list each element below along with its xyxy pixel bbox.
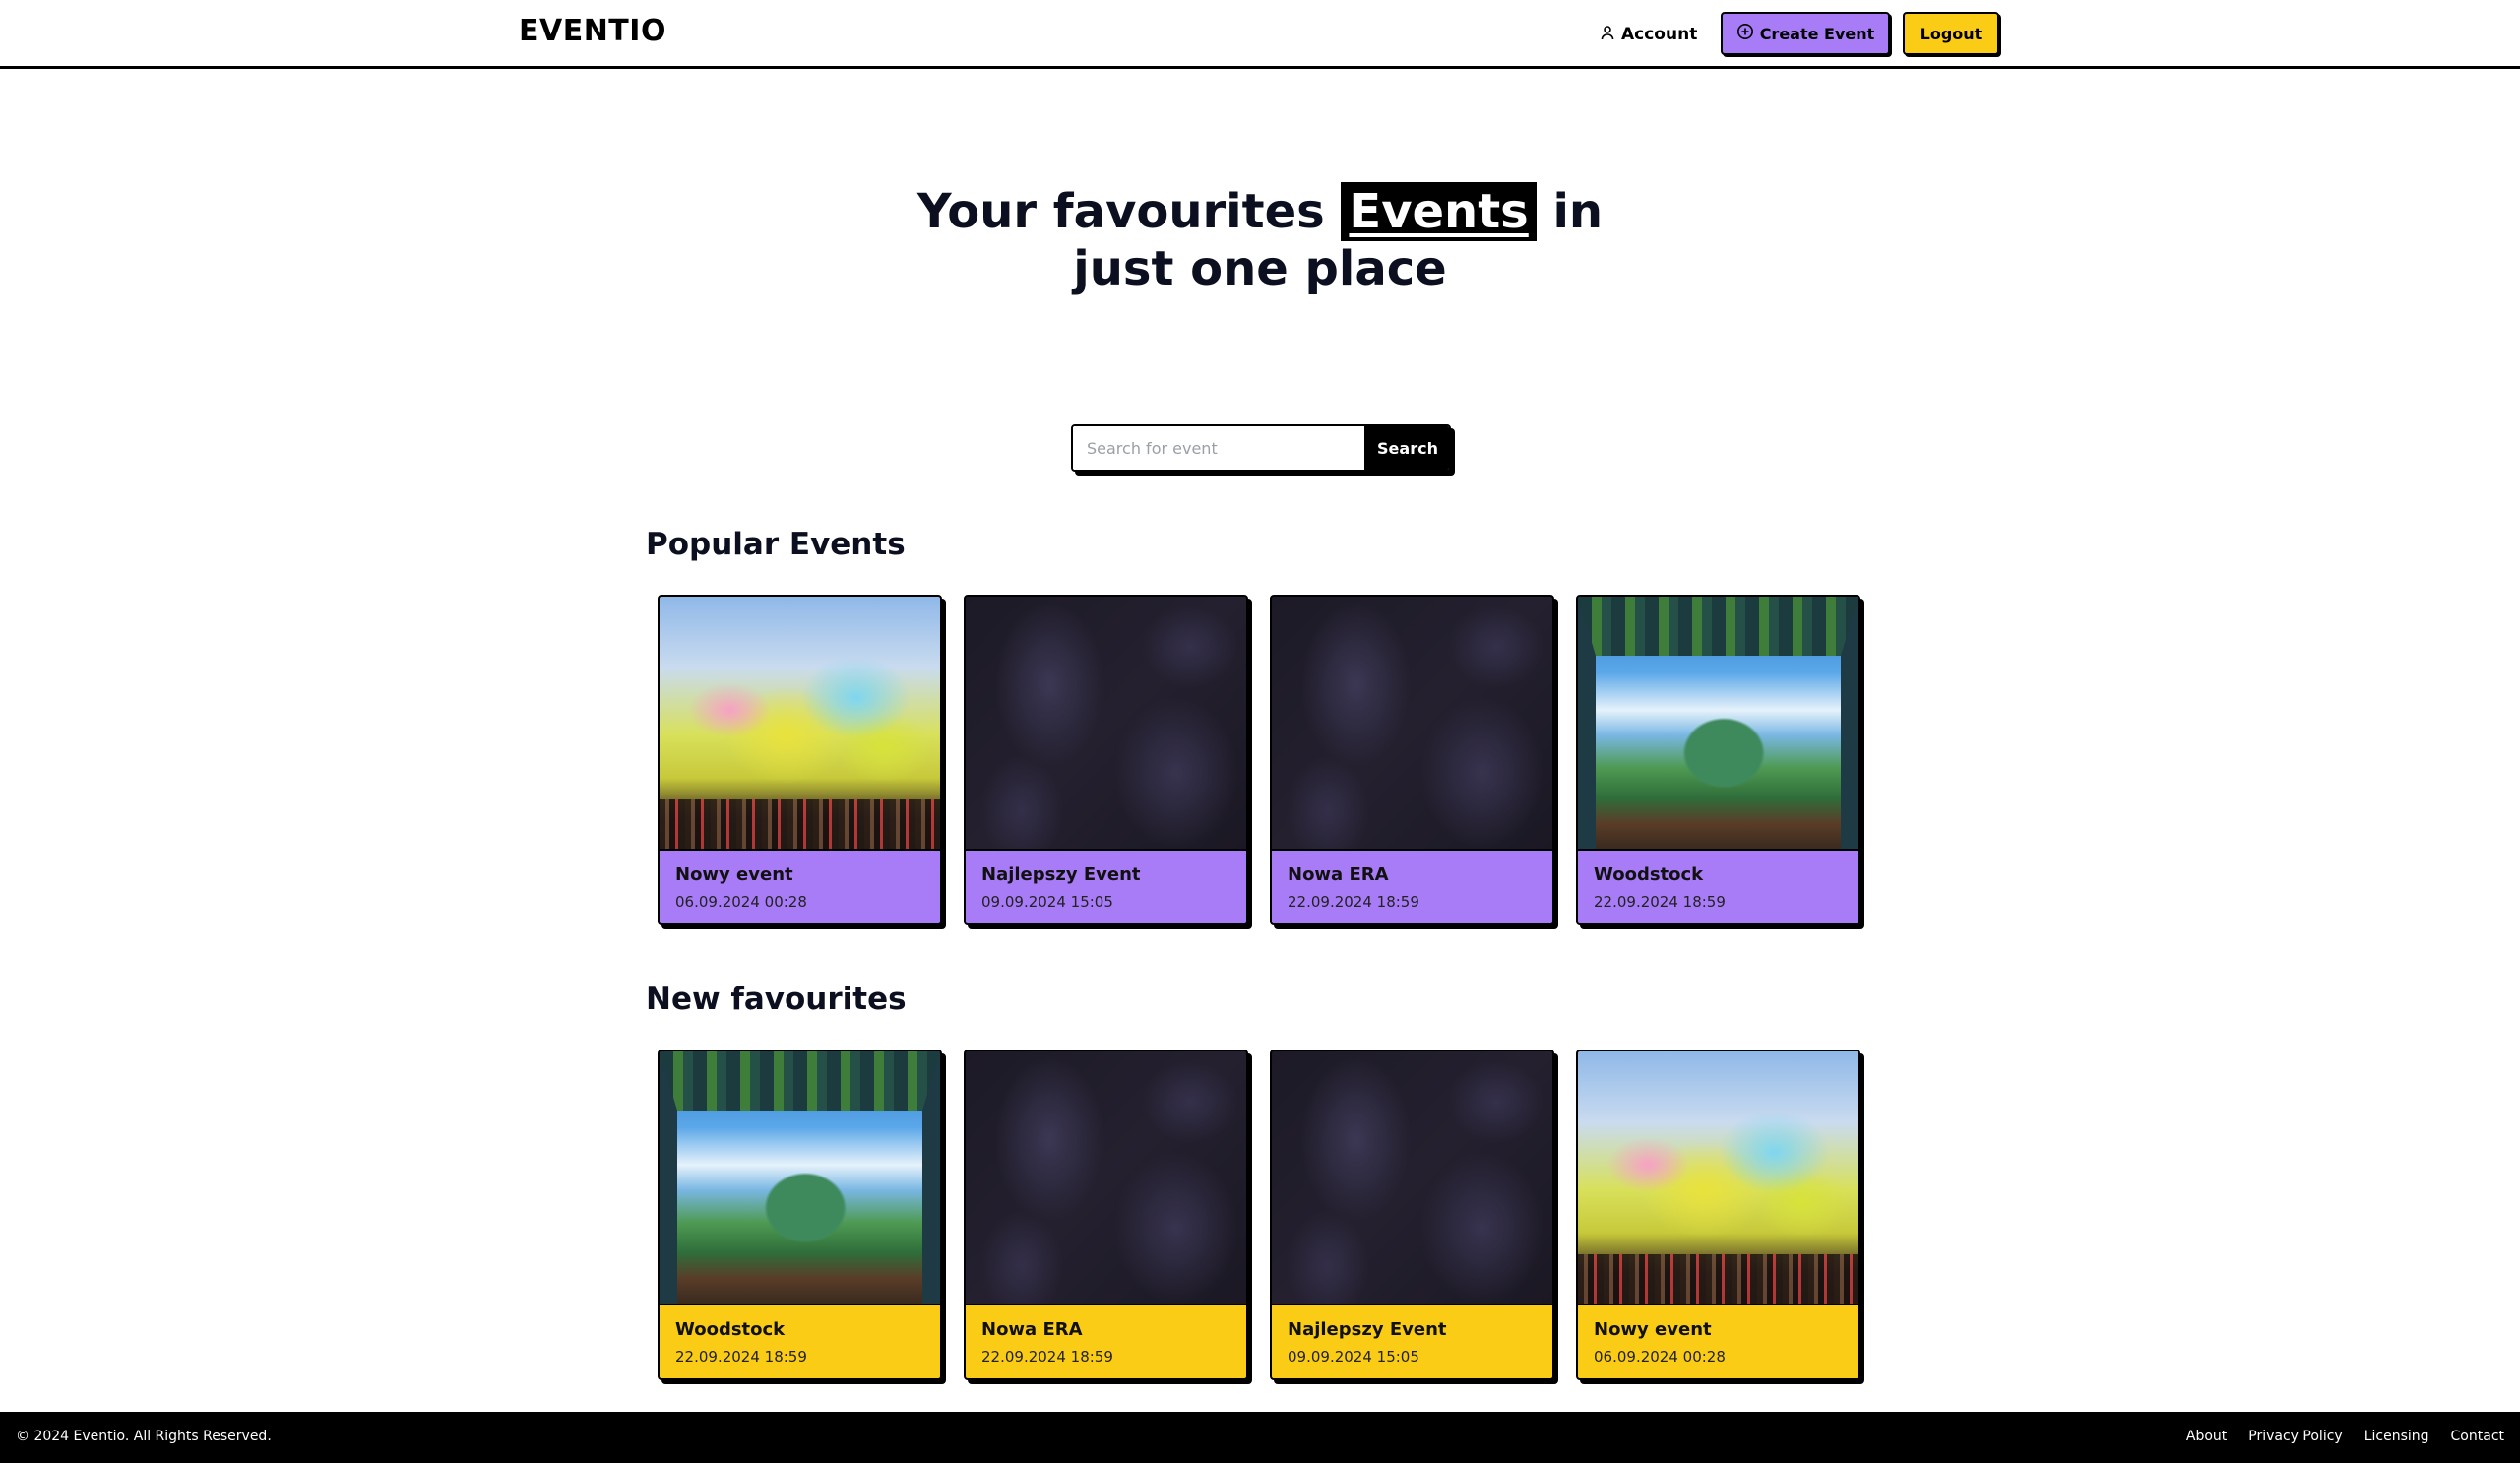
search-input[interactable] (1073, 426, 1366, 470)
hero-line-2: just one place (1073, 241, 1447, 296)
event-image (660, 597, 940, 849)
event-image (1578, 1051, 1858, 1304)
event-card[interactable]: Najlepszy Event 09.09.2024 15:05 (964, 595, 1248, 925)
event-image (660, 1051, 940, 1304)
event-image (966, 1051, 1246, 1304)
event-card-body: Nowa ERA 22.09.2024 18:59 (966, 1304, 1246, 1378)
event-title: Najlepszy Event (981, 864, 1141, 885)
event-date: 09.09.2024 15:05 (981, 893, 1113, 911)
hero-text-after: in (1552, 184, 1604, 239)
event-card-body: Nowa ERA 22.09.2024 18:59 (1272, 849, 1552, 923)
footer-links: About Privacy Policy Licensing Contact (2186, 1429, 2504, 1444)
event-card-body: Nowy event 06.09.2024 00:28 (1578, 1304, 1858, 1378)
account-label: Account (1621, 25, 1698, 44)
search-button[interactable]: Search (1366, 426, 1449, 470)
footer-link-contact[interactable]: Contact (2451, 1429, 2504, 1444)
event-title: Nowy event (1594, 1319, 1712, 1340)
event-image (1272, 597, 1552, 849)
top-navbar: EVENTIO Account Create Event Logout (0, 0, 2520, 69)
event-card-body: Najlepszy Event 09.09.2024 15:05 (1272, 1304, 1552, 1378)
event-card[interactable]: Nowy event 06.09.2024 00:28 (658, 595, 942, 925)
plus-circle-icon (1736, 23, 1754, 44)
event-card[interactable]: Woodstock 22.09.2024 18:59 (658, 1050, 942, 1380)
event-date: 22.09.2024 18:59 (675, 1348, 807, 1366)
footer-link-about[interactable]: About (2186, 1429, 2227, 1444)
event-date: 06.09.2024 00:28 (1594, 1348, 1726, 1366)
search-bar: Search (1071, 424, 1451, 472)
event-image (966, 597, 1246, 849)
hero-heading: Your favourites Events in just one place (0, 182, 2520, 296)
user-icon (1600, 25, 1615, 45)
event-card-body: Nowy event 06.09.2024 00:28 (660, 849, 940, 923)
footer-link-licensing[interactable]: Licensing (2364, 1429, 2429, 1444)
event-title: Nowy event (675, 864, 793, 885)
event-card[interactable]: Nowa ERA 22.09.2024 18:59 (1270, 595, 1554, 925)
event-date: 22.09.2024 18:59 (1594, 893, 1726, 911)
event-title: Najlepszy Event (1288, 1319, 1447, 1340)
popular-events-title: Popular Events (646, 527, 906, 562)
event-card[interactable]: Nowa ERA 22.09.2024 18:59 (964, 1050, 1248, 1380)
hero-highlight: Events (1341, 182, 1537, 241)
event-title: Nowa ERA (981, 1319, 1083, 1340)
popular-events-grid: Nowy event 06.09.2024 00:28 Najlepszy Ev… (658, 595, 1866, 925)
event-title: Woodstock (1594, 864, 1704, 885)
footer-link-privacy-policy[interactable]: Privacy Policy (2248, 1429, 2342, 1444)
footer: © 2024 Eventio. All Rights Reserved. Abo… (0, 1412, 2520, 1463)
event-card-body: Woodstock 22.09.2024 18:59 (660, 1304, 940, 1378)
event-card-body: Najlepszy Event 09.09.2024 15:05 (966, 849, 1246, 923)
event-card[interactable]: Woodstock 22.09.2024 18:59 (1576, 595, 1860, 925)
event-image (1272, 1051, 1552, 1304)
new-favourites-grid: Woodstock 22.09.2024 18:59 Nowa ERA 22.0… (658, 1050, 1866, 1380)
event-card[interactable]: Najlepszy Event 09.09.2024 15:05 (1270, 1050, 1554, 1380)
hero-text-before: Your favourites (916, 184, 1325, 239)
create-event-button[interactable]: Create Event (1721, 12, 1890, 55)
event-title: Nowa ERA (1288, 864, 1389, 885)
event-date: 22.09.2024 18:59 (1288, 893, 1419, 911)
account-link[interactable]: Account (1600, 20, 1697, 49)
logout-button[interactable]: Logout (1903, 12, 1999, 55)
copyright-text: © 2024 Eventio. All Rights Reserved. (16, 1429, 272, 1444)
event-card[interactable]: Nowy event 06.09.2024 00:28 (1576, 1050, 1860, 1380)
event-date: 09.09.2024 15:05 (1288, 1348, 1419, 1366)
event-card-body: Woodstock 22.09.2024 18:59 (1578, 849, 1858, 923)
new-favourites-title: New favourites (646, 982, 907, 1017)
event-date: 06.09.2024 00:28 (675, 893, 807, 911)
brand-logo[interactable]: EVENTIO (519, 14, 666, 48)
event-date: 22.09.2024 18:59 (981, 1348, 1113, 1366)
create-event-label: Create Event (1759, 24, 1875, 43)
event-title: Woodstock (675, 1319, 786, 1340)
event-image (1578, 597, 1858, 849)
